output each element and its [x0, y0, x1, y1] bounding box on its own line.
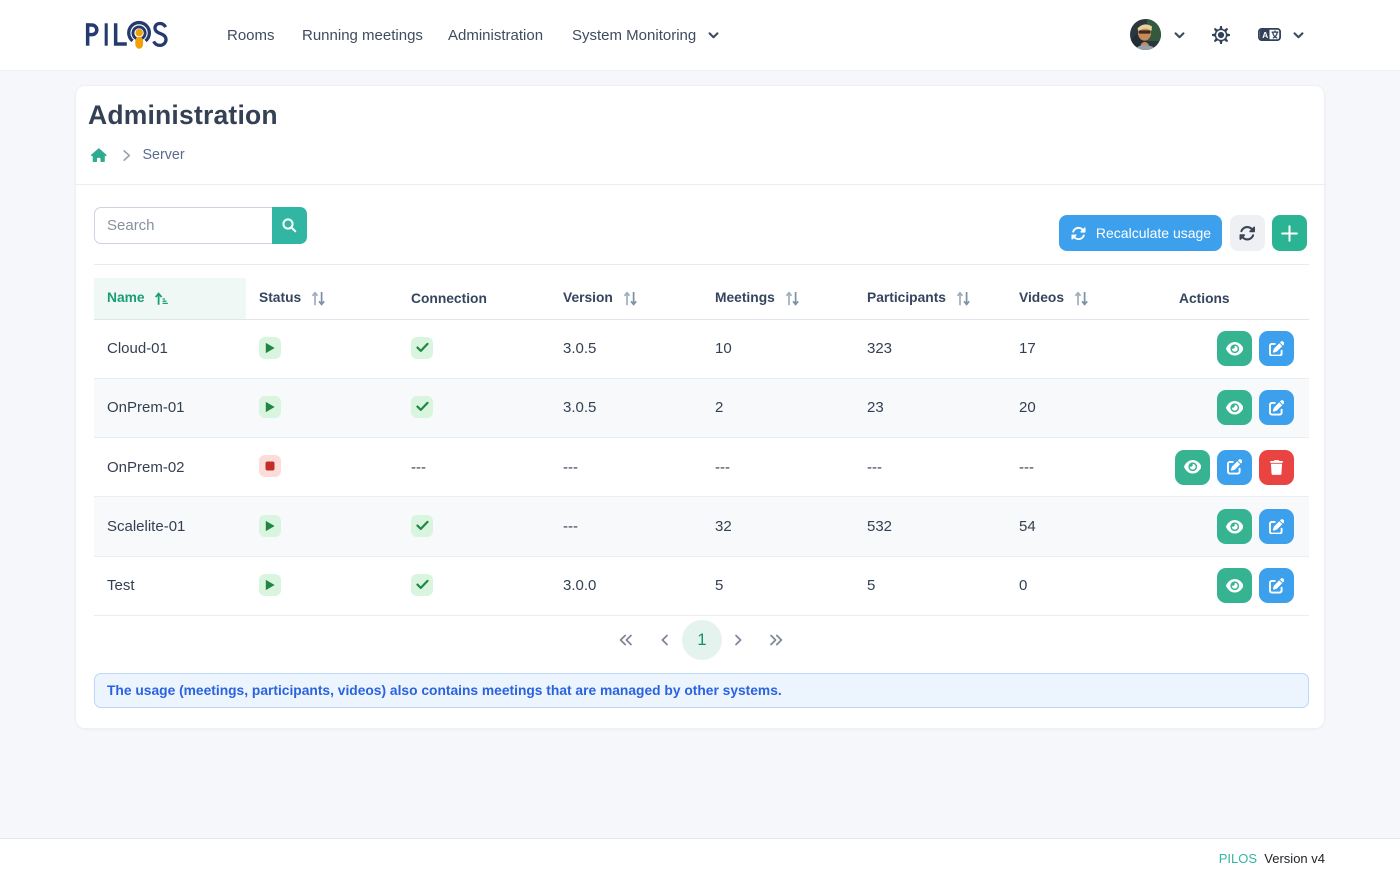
svg-text:A: A: [1262, 30, 1268, 40]
